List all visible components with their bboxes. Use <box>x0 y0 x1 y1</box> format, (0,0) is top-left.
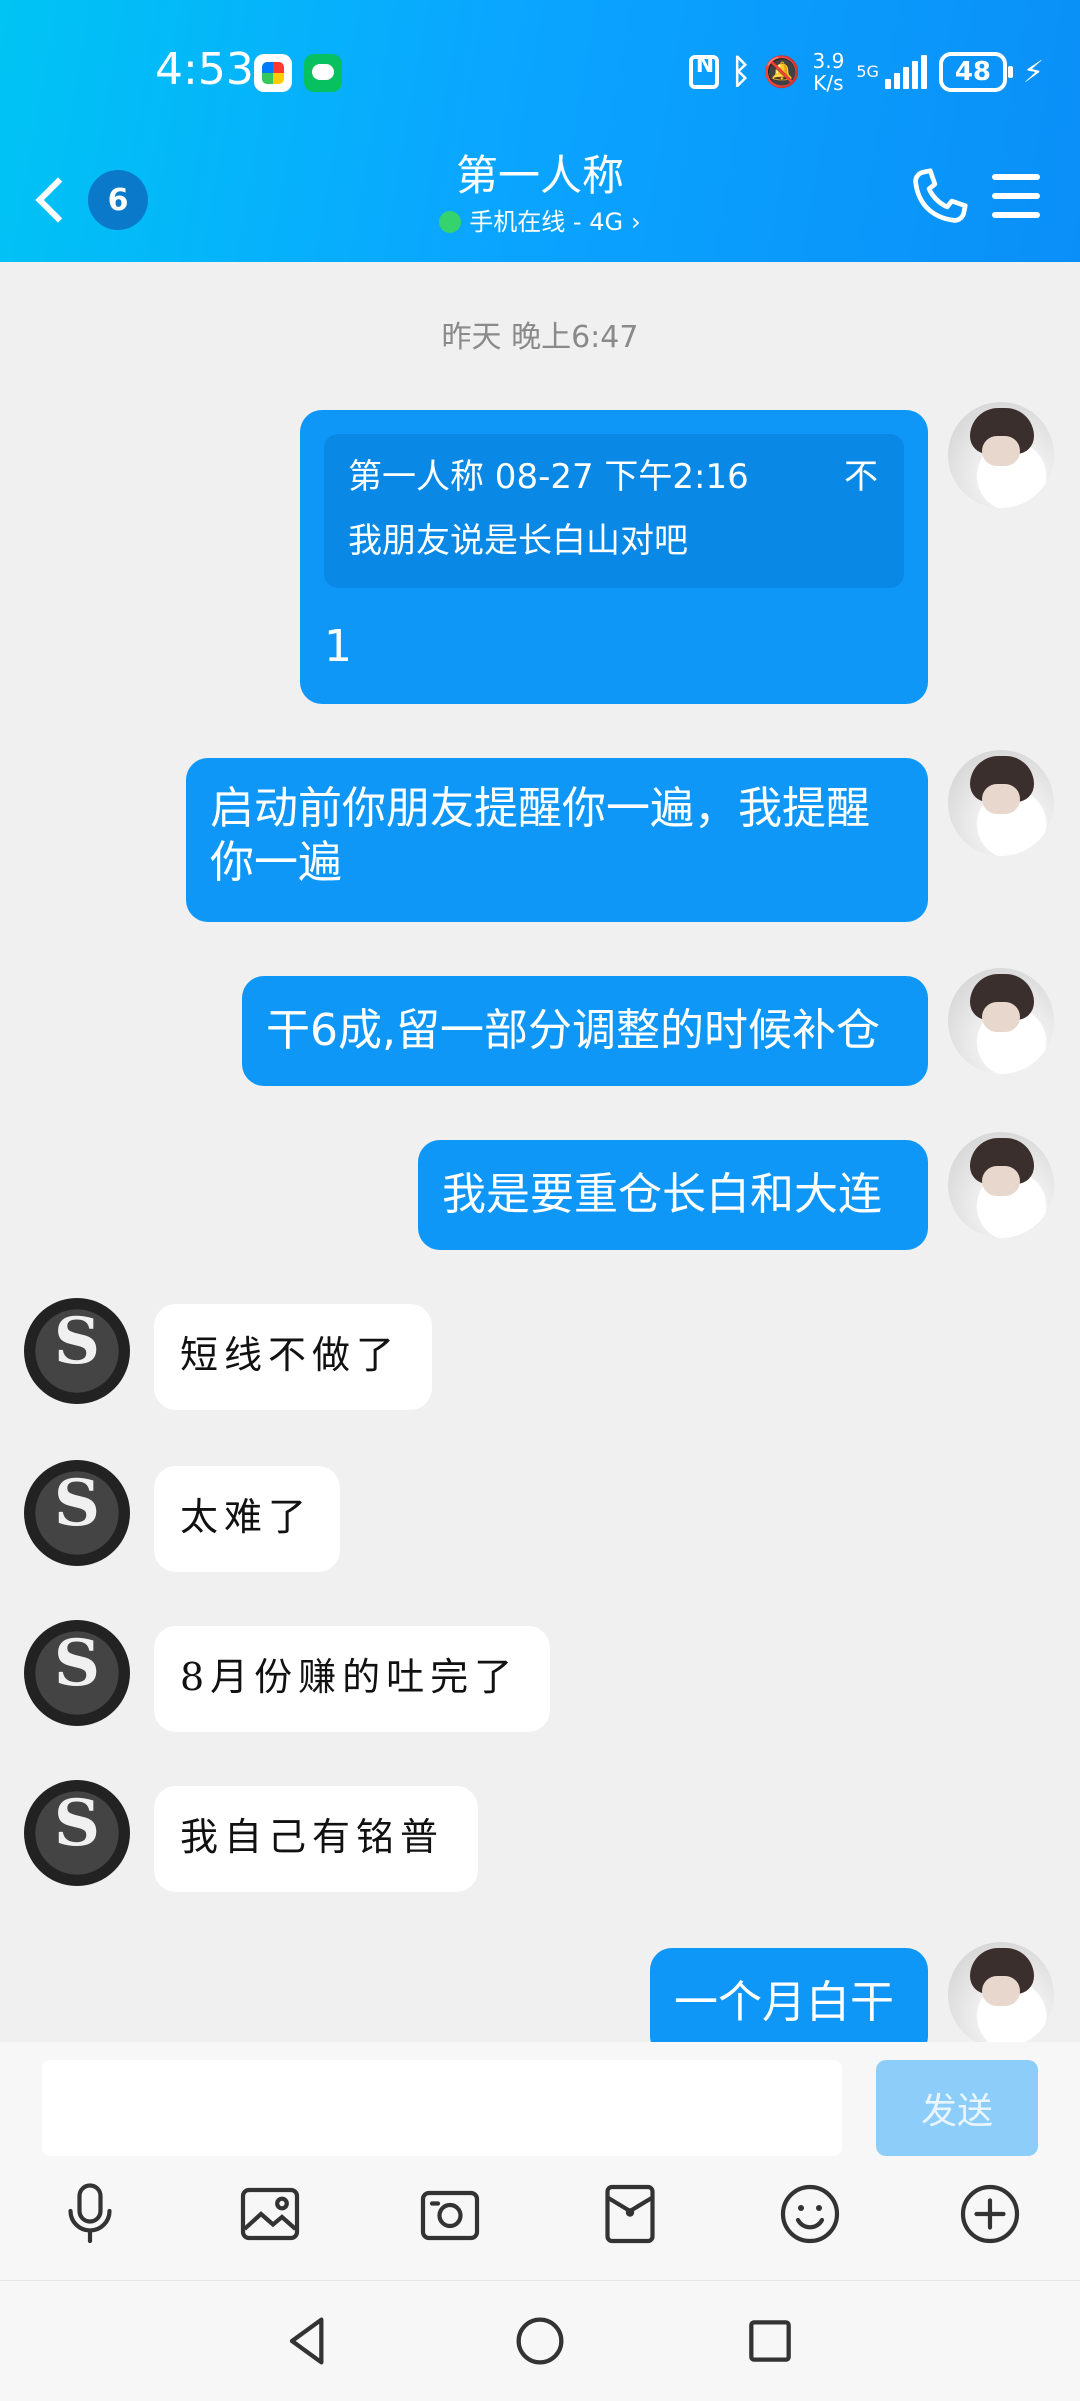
image-icon[interactable] <box>234 2178 306 2250</box>
microphone-icon[interactable] <box>54 2178 126 2250</box>
back-button[interactable]: 6 <box>30 160 148 240</box>
home-nav-icon[interactable] <box>508 2309 572 2373</box>
network-speed-value: 3.9 <box>812 49 845 73</box>
message-text: 启动前你朋友提醒你一遍，我提醒你一遍 <box>210 783 870 888</box>
message-bubble[interactable]: 启动前你朋友提醒你一遍，我提醒你一遍 <box>186 758 928 922</box>
contact-status: 手机在线 - 4G › <box>290 204 790 240</box>
online-status-text: 手机在线 - 4G <box>469 208 624 236</box>
my-avatar[interactable] <box>948 968 1054 1074</box>
phone-call-icon[interactable] <box>904 162 974 232</box>
message-bubble[interactable]: 一个月白干 <box>650 1948 928 2042</box>
signal-icon <box>884 55 927 89</box>
message-input[interactable] <box>42 2060 842 2156</box>
battery-icon: 48 <box>938 52 1013 92</box>
contact-avatar[interactable] <box>24 1620 130 1726</box>
quoted-message-text: 我朋友说是长白山对吧 <box>348 521 688 561</box>
message-bubble[interactable]: 干6成,留一部分调整的时候补仓 <box>242 976 928 1086</box>
status-icons: ᛒ 🔕 3.9 K/s 5G 48 ⚡ <box>688 46 1044 98</box>
contact-info[interactable]: 第一人称 手机在线 - 4G › <box>290 148 790 240</box>
chat-header: 4:53 ᛒ 🔕 3.9 K/s 5G 48 ⚡ 6 <box>0 0 1080 262</box>
send-button[interactable]: 发送 <box>876 2060 1038 2156</box>
camera-icon[interactable] <box>414 2178 486 2250</box>
message-bubble-quote-reply[interactable]: 第一人称 08-27 下午2:16 不 我朋友说是长白山对吧 1 <box>300 410 928 704</box>
app-notification-icon <box>254 54 292 92</box>
quoted-message[interactable]: 第一人称 08-27 下午2:16 不 我朋友说是长白山对吧 <box>324 434 904 588</box>
recents-nav-icon[interactable] <box>738 2309 802 2373</box>
message-bubble[interactable]: 8月份赚的吐完了 <box>154 1626 550 1732</box>
message-text: 干6成,留一部分调整的时候补仓 <box>266 1005 880 1056</box>
quoted-message-meta: 第一人称 08-27 下午2:16 <box>348 457 749 497</box>
nfc-icon <box>688 53 719 89</box>
chevron-right-icon: › <box>631 208 641 236</box>
input-bar: 发送 <box>0 2042 1080 2280</box>
status-time: 4:53 <box>155 44 254 95</box>
message-text: 我自己有铭普 <box>180 1815 445 1859</box>
contact-name: 第一人称 <box>455 151 624 200</box>
red-packet-icon[interactable] <box>594 2178 666 2250</box>
bluetooth-icon: ᛒ <box>730 52 752 92</box>
charging-icon: ⚡ <box>1022 54 1044 90</box>
message-text: 太难了 <box>180 1495 313 1539</box>
contact-avatar[interactable] <box>24 1298 130 1404</box>
reply-text: 1 <box>324 621 352 672</box>
mute-icon: 🔕 <box>763 54 801 90</box>
network-speed-unit: K/s <box>813 71 844 95</box>
wechat-notification-icon <box>304 54 342 92</box>
my-avatar[interactable] <box>948 1942 1054 2042</box>
quoted-message-suffix: 不 <box>844 457 878 497</box>
chat-messages[interactable]: 昨天 晚上6:47 第一人称 08-27 下午2:16 不 我朋友说是长白山对吧… <box>0 262 1080 2042</box>
message-text: 短线不做了 <box>180 1333 401 1377</box>
my-avatar[interactable] <box>948 1132 1054 1238</box>
input-toolbar <box>0 2178 1080 2268</box>
title-bar: 6 第一人称 手机在线 - 4G › <box>0 140 1080 262</box>
message-bubble[interactable]: 短线不做了 <box>154 1304 432 1410</box>
message-text: 8月份赚的吐完了 <box>180 1655 519 1699</box>
message-text: 我是要重仓长白和大连 <box>442 1169 882 1220</box>
contact-avatar[interactable] <box>24 1780 130 1886</box>
message-bubble[interactable]: 我是要重仓长白和大连 <box>418 1140 928 1250</box>
message-bubble[interactable]: 太难了 <box>154 1466 340 1572</box>
network-speed: 3.9 K/s <box>813 50 845 94</box>
network-type-label: 5G <box>856 62 879 81</box>
chevron-left-icon <box>35 177 81 223</box>
my-avatar[interactable] <box>948 402 1054 508</box>
contact-avatar[interactable] <box>24 1460 130 1566</box>
system-nav-bar <box>0 2280 1080 2401</box>
my-avatar[interactable] <box>948 750 1054 856</box>
status-bar: 4:53 ᛒ 🔕 3.9 K/s 5G 48 ⚡ <box>0 0 1080 140</box>
back-nav-icon[interactable] <box>276 2309 340 2373</box>
network-type: 5G <box>856 64 879 80</box>
menu-icon[interactable] <box>992 174 1040 218</box>
message-timestamp: 昨天 晚上6:47 <box>441 320 639 355</box>
online-status-dot <box>439 211 462 233</box>
emoji-icon[interactable] <box>774 2178 846 2250</box>
plus-icon[interactable] <box>954 2178 1026 2250</box>
battery-level: 48 <box>954 57 992 87</box>
message-text: 一个月白干 <box>674 1977 894 2028</box>
unread-count-badge: 6 <box>88 170 148 230</box>
message-bubble[interactable]: 我自己有铭普 <box>154 1786 478 1892</box>
